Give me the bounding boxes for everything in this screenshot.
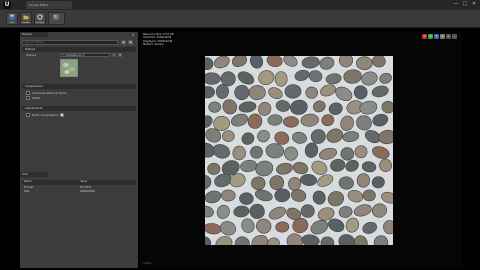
thumbnail-image [61, 60, 77, 76]
reimport-button[interactable]: Reimport [34, 12, 46, 25]
app-logo-icon: U [3, 1, 11, 9]
texture-name-field[interactable]: T_Cobblestone_D [60, 53, 110, 57]
lock-icon[interactable]: ▣ [128, 40, 133, 45]
reset-icon[interactable]: ↺ [118, 53, 122, 57]
minimize-icon[interactable]: — [452, 1, 460, 8]
save-button[interactable]: Save [6, 12, 18, 25]
reimport-button-label: Reimport [35, 22, 45, 24]
srgb-checkbox[interactable] [26, 96, 30, 100]
view-options-icon[interactable]: ◉ [121, 40, 126, 45]
save-button-label: Save [9, 22, 15, 24]
details-close-icon[interactable]: x [130, 32, 136, 37]
defer-compression-checkbox[interactable] [26, 113, 30, 117]
cobblestone [220, 71, 236, 87]
cobblestone [232, 145, 246, 161]
info-row-value: 2048x2048 [80, 190, 95, 193]
zoom-level: 100% [143, 261, 152, 265]
texture-icon [53, 14, 59, 20]
browse-asset-icon[interactable]: › [112, 53, 116, 57]
folder-icon [23, 15, 29, 20]
cobblestone [355, 56, 373, 70]
cobblestone [248, 85, 266, 101]
red-channel-button[interactable]: R [422, 34, 427, 39]
info-table-header: Name Value [22, 180, 136, 185]
info-tab[interactable]: Info [20, 172, 48, 177]
srgb-label: sRGB [32, 96, 40, 100]
texture-thumbnail[interactable] [60, 59, 78, 77]
texture-viewport[interactable]: Resource Size: 2731 KB Imported: 2048x20… [140, 32, 462, 268]
compress-without-alpha-checkbox[interactable] [26, 91, 30, 95]
info-panel: Info Name Value Format PF_DXT1 Size 2048… [20, 172, 138, 268]
cobblestone [221, 189, 236, 202]
details-tab[interactable]: Details [20, 32, 48, 37]
close-window-icon[interactable]: ✕ [470, 1, 478, 8]
compress-without-alpha-label: Compress Without Alpha [32, 91, 67, 95]
browse-button-label: Browse [22, 22, 30, 24]
cobblestone-texture-image [205, 56, 393, 245]
main-toolbar: Save Browse Reimport [0, 10, 480, 28]
section-adjustments[interactable]: Adjustments [22, 106, 136, 111]
section-compression[interactable]: Compression [22, 84, 136, 89]
document-tab[interactable]: Unreal Editor [26, 1, 72, 9]
browse-button[interactable]: Browse [20, 12, 32, 25]
alpha-channel-button[interactable]: A [440, 34, 445, 39]
save-icon [9, 14, 15, 20]
details-search-input[interactable]: Search Details [22, 40, 118, 45]
cobblestone [340, 147, 355, 161]
maximize-icon[interactable]: □ [461, 1, 469, 8]
header-value: Value [80, 180, 88, 183]
cobblestone [207, 162, 221, 175]
details-panel: Details x Search Details ◉ ▣ Texture Tex… [20, 32, 138, 172]
texture-view-button[interactable] [48, 12, 65, 25]
viewport-info: Resource Size: 2731 KB Imported: 2048x20… [143, 33, 174, 46]
zoom-out-button[interactable]: - [452, 34, 457, 39]
cobblestone [300, 204, 315, 218]
defer-compression-label: Defer Compression [32, 113, 59, 117]
info-row-name: Size [24, 190, 30, 193]
blue-channel-button[interactable]: B [434, 34, 439, 39]
cobblestone [283, 116, 299, 128]
option-checkbox[interactable] [60, 113, 64, 117]
cobblestone [274, 71, 288, 87]
viewport-info-line: Method: Stream [143, 42, 164, 46]
texture-row-label: Texture [26, 53, 37, 57]
reimport-icon [37, 14, 43, 20]
title-bar: U Unreal Editor — □ ✕ [0, 0, 480, 10]
cobblestone [251, 176, 266, 191]
green-channel-button[interactable]: G [428, 34, 433, 39]
section-texture[interactable]: Texture [22, 47, 136, 52]
header-name: Name [24, 180, 32, 183]
zoom-in-button[interactable]: + [446, 34, 451, 39]
